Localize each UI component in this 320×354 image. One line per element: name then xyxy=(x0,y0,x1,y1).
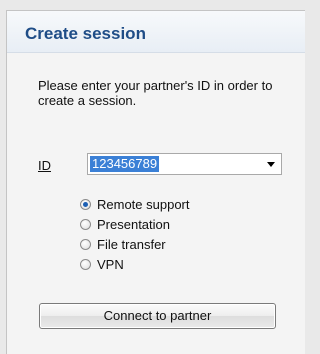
panel-title: Create session xyxy=(25,24,146,43)
session-description: Please enter your partner's ID in order … xyxy=(38,78,273,108)
radio-presentation[interactable]: Presentation xyxy=(80,214,190,234)
radio-label: Presentation xyxy=(97,216,170,232)
partner-id-value[interactable]: 123456789 xyxy=(90,156,160,172)
create-session-panel: Create session Please enter your partner… xyxy=(6,10,305,354)
radio-vpn[interactable]: VPN xyxy=(80,254,190,274)
id-label: ID xyxy=(38,158,51,173)
radio-button[interactable] xyxy=(80,258,91,270)
radio-button[interactable] xyxy=(80,198,91,210)
radio-button[interactable] xyxy=(80,238,91,250)
panel-body: Please enter your partner's ID in order … xyxy=(7,53,305,354)
radio-file-transfer[interactable]: File transfer xyxy=(80,234,190,254)
radio-remote-support[interactable]: Remote support xyxy=(80,194,190,214)
radio-label: VPN xyxy=(97,256,124,272)
radio-button[interactable] xyxy=(80,218,91,230)
partner-id-combobox[interactable]: 123456789 xyxy=(87,153,282,175)
chevron-down-icon[interactable] xyxy=(265,158,277,170)
radio-label: File transfer xyxy=(97,236,166,252)
connect-to-partner-button[interactable]: Connect to partner xyxy=(39,303,276,329)
connection-type-radio-group: Remote support Presentation File transfe… xyxy=(80,194,190,274)
panel-header: Create session xyxy=(7,11,305,53)
radio-label: Remote support xyxy=(97,196,190,212)
